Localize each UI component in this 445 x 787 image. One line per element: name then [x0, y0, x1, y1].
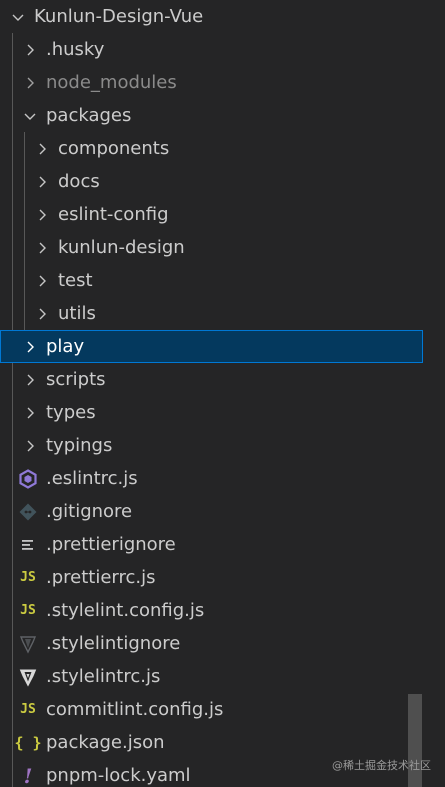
chevron-right-icon	[34, 141, 50, 157]
tree-item-packages[interactable]: packages	[0, 99, 423, 132]
chevron-right-icon	[34, 273, 50, 289]
watermark: @稀土掘金技术社区	[332, 759, 431, 772]
lines-icon	[18, 535, 38, 555]
js-icon: JS	[20, 702, 36, 717]
chevron-right-icon	[34, 306, 50, 322]
eslint-icon	[18, 468, 38, 489]
tree-item-commitlint-config[interactable]: JS commitlint.config.js	[0, 693, 423, 726]
tree-item-label: pnpm-lock.yaml	[46, 764, 191, 786]
tree-item-scripts[interactable]: scripts	[0, 363, 423, 396]
tree-item-kunlun-design[interactable]: kunlun-design	[0, 231, 423, 264]
chevron-right-icon	[22, 42, 38, 58]
tree-item-package-json[interactable]: { } package.json	[0, 726, 423, 759]
tree-item-label: utils	[58, 302, 96, 324]
chevron-down-icon	[22, 108, 38, 124]
tree-item-label: package.json	[46, 731, 165, 753]
tree-item-label: .stylelint.config.js	[46, 599, 205, 621]
tree-item-label: scripts	[46, 368, 106, 390]
tree-item-label: .stylelintignore	[46, 632, 181, 654]
tree-item-label: typings	[46, 434, 113, 456]
tree-item-gitignore[interactable]: .gitignore	[0, 495, 423, 528]
tree-item-label: .stylelintrc.js	[46, 665, 161, 687]
js-icon: JS	[20, 570, 36, 585]
tree-item-typings[interactable]: typings	[0, 429, 423, 462]
chevron-right-icon	[22, 339, 38, 355]
git-icon	[18, 502, 38, 522]
tree-item-label: test	[58, 269, 93, 291]
tree-item-test[interactable]: test	[0, 264, 423, 297]
tree-item-stylelintignore[interactable]: .stylelintignore	[0, 627, 423, 660]
tree-item-label: eslint-config	[58, 203, 169, 225]
tree-item-label: node_modules	[46, 71, 177, 93]
tree-item-label: kunlun-design	[58, 236, 185, 258]
tree-item-prettierrc[interactable]: JS .prettierrc.js	[0, 561, 423, 594]
chevron-right-icon	[34, 240, 50, 256]
chevron-right-icon	[22, 75, 38, 91]
tree-item-label: .gitignore	[46, 500, 133, 522]
tree-item-label: .eslintrc.js	[46, 467, 138, 489]
tree-item-label: types	[46, 401, 96, 423]
yaml-icon: !	[23, 763, 33, 787]
tree-item-label: .prettierrc.js	[46, 566, 156, 588]
chevron-right-icon	[22, 405, 38, 421]
tree-item-label: packages	[46, 104, 132, 126]
tree-item-eslintrc[interactable]: .eslintrc.js	[0, 462, 423, 495]
tree-item-label: play	[46, 335, 85, 357]
tree-item-stylelint-config[interactable]: JS .stylelint.config.js	[0, 594, 423, 627]
tree-item-node-modules[interactable]: node_modules	[0, 66, 423, 99]
stylelint-icon	[18, 667, 38, 687]
chevron-right-icon	[22, 372, 38, 388]
tree-item-utils[interactable]: utils	[0, 297, 423, 330]
explorer-root-folder[interactable]: Kunlun-Design-Vue	[0, 0, 423, 33]
tree-item-label: docs	[58, 170, 100, 192]
tree-item-stylelintrc[interactable]: .stylelintrc.js	[0, 660, 423, 693]
tree-item-prettierignore[interactable]: .prettierignore	[0, 528, 423, 561]
tree-item-label: components	[58, 137, 170, 159]
js-icon: JS	[20, 603, 36, 618]
tree-item-husky[interactable]: .husky	[0, 33, 423, 66]
stylelint-dim-icon	[18, 634, 38, 654]
tree-item-label: commitlint.config.js	[46, 698, 224, 720]
tree-item-components[interactable]: components	[0, 132, 423, 165]
chevron-right-icon	[34, 174, 50, 190]
chevron-down-icon	[10, 9, 26, 25]
chevron-right-icon	[34, 207, 50, 223]
tree-item-eslint-config[interactable]: eslint-config	[0, 198, 423, 231]
explorer-root-label: Kunlun-Design-Vue	[34, 5, 204, 27]
tree-item-docs[interactable]: docs	[0, 165, 423, 198]
tree-item-label: .husky	[46, 38, 105, 60]
tree-item-label: .prettierignore	[46, 533, 176, 555]
file-explorer: Kunlun-Design-Vue .husky node_modules pa…	[0, 0, 445, 787]
tree-item-play[interactable]: play	[0, 330, 423, 363]
tree-item-types[interactable]: types	[0, 396, 423, 429]
chevron-right-icon	[22, 438, 38, 454]
json-icon: { }	[14, 733, 42, 752]
vertical-scrollbar-thumb[interactable]	[408, 694, 422, 787]
